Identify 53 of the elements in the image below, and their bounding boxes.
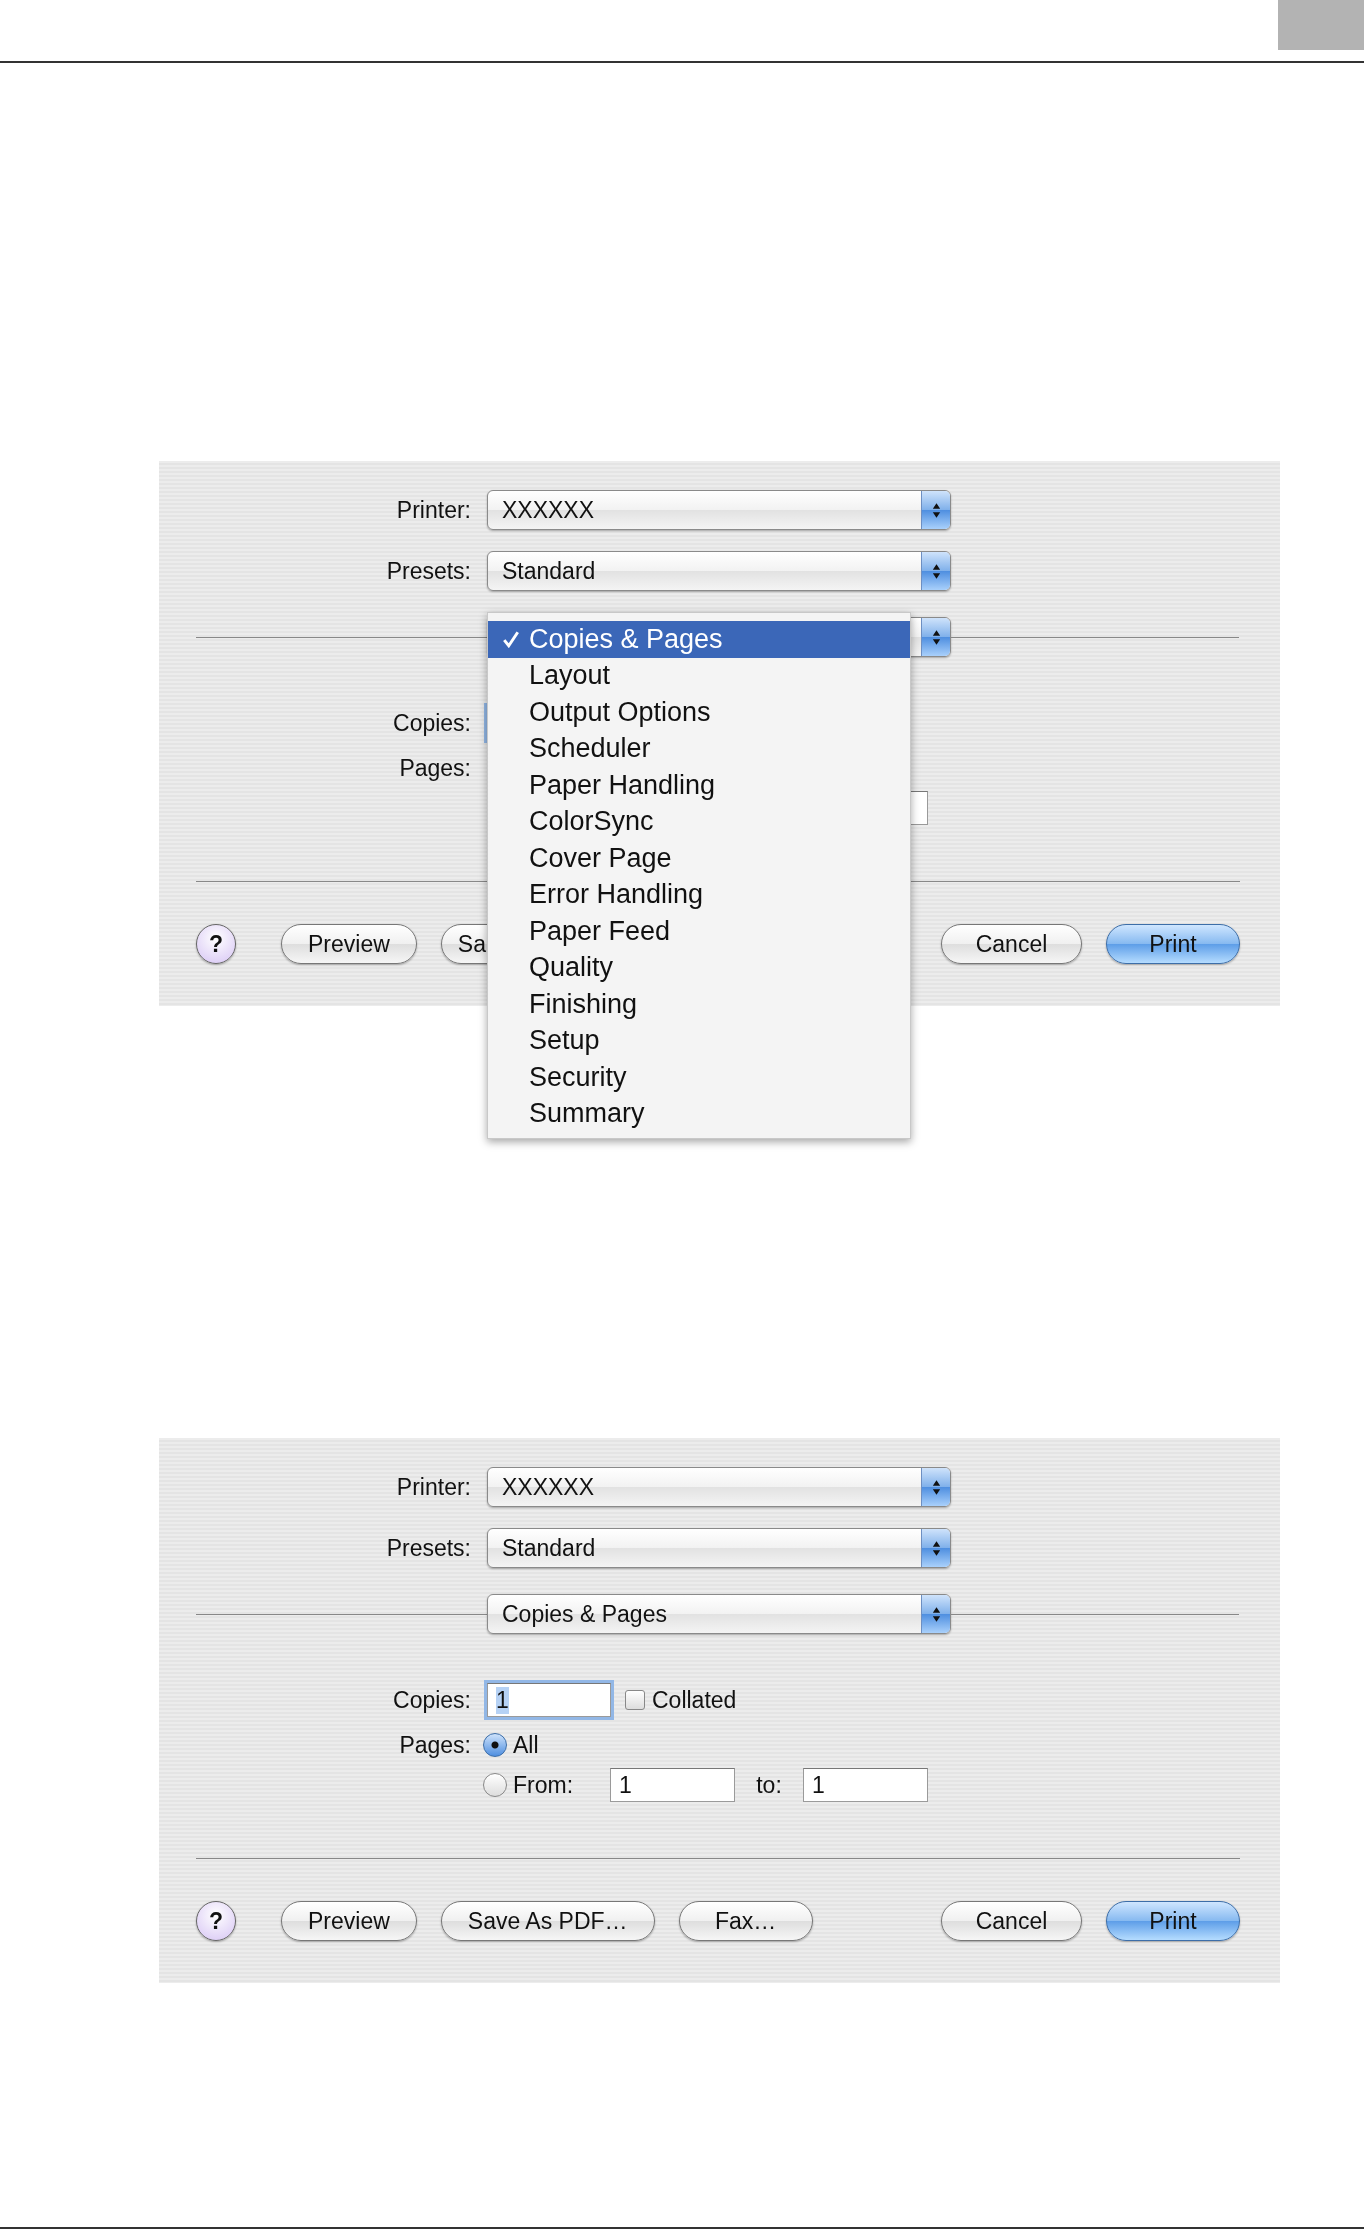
menu-item[interactable]: Security	[488, 1059, 910, 1096]
menu-item[interactable]: Finishing	[488, 986, 910, 1023]
field-label: Printer:	[395, 496, 472, 524]
push-button[interactable]: Fax…	[678, 1901, 813, 1941]
help-button[interactable]: ?	[196, 924, 236, 964]
push-button[interactable]: Cancel	[941, 1901, 1082, 1941]
input-field[interactable]: 1	[610, 1768, 735, 1802]
checkbox[interactable]	[625, 1690, 645, 1710]
radio-button[interactable]	[483, 1733, 507, 1757]
radio-label: From:	[513, 1771, 575, 1799]
menu-item[interactable]: Paper Feed	[488, 913, 910, 950]
push-button[interactable]: Preview	[281, 924, 417, 964]
print-button[interactable]: Print	[1106, 924, 1240, 964]
menu-item[interactable]: Summary	[488, 1095, 910, 1132]
input-field[interactable]: 1	[487, 1683, 611, 1717]
stepper-arrows-icon	[930, 627, 942, 647]
field-label: Printer:	[395, 1473, 472, 1501]
menu-item[interactable]: Copies & Pages	[488, 621, 910, 658]
stepper-arrows-icon	[930, 1477, 942, 1497]
field-label: Pages:	[398, 754, 472, 782]
stepper-arrows-icon	[930, 1538, 942, 1558]
popup-button[interactable]: Copies & Pages	[487, 1594, 951, 1634]
push-button[interactable]: Cancel	[941, 924, 1082, 964]
field-label: Presets:	[385, 1534, 472, 1562]
menu-item[interactable]: Paper Handling	[488, 767, 910, 804]
menu-item[interactable]: Layout	[488, 657, 910, 694]
menu-item[interactable]: Scheduler	[488, 730, 910, 767]
print-button[interactable]: Print	[1106, 1901, 1240, 1941]
popup-button[interactable]: XXXXXX	[487, 1467, 951, 1507]
field-label: to:	[755, 1771, 783, 1799]
stepper-arrows-icon	[930, 561, 942, 581]
stepper-arrows-icon	[930, 1604, 942, 1624]
menu-item[interactable]: ColorSync	[488, 803, 910, 840]
input-field[interactable]: 1	[803, 1768, 928, 1802]
menu-item[interactable]: Error Handling	[488, 876, 910, 913]
field-label: Pages:	[398, 1731, 472, 1759]
radio-label: All	[513, 1731, 539, 1759]
field-label: Copies:	[392, 709, 472, 737]
popup-button[interactable]: Standard	[487, 1528, 951, 1568]
popup-button[interactable]: Standard	[487, 551, 951, 591]
push-button[interactable]: Preview	[281, 1901, 417, 1941]
menu-item[interactable]: Setup	[488, 1022, 910, 1059]
popup-button[interactable]: XXXXXX	[487, 490, 951, 530]
radio-button[interactable]	[483, 1773, 507, 1797]
field-label: Copies:	[392, 1686, 472, 1714]
push-button[interactable]: Save As PDF…	[440, 1901, 655, 1941]
stepper-arrows-icon	[930, 500, 942, 520]
menu-item[interactable]: Cover Page	[488, 840, 910, 877]
checkbox-label: Collated	[652, 1686, 737, 1714]
menu-item[interactable]: Quality	[488, 949, 910, 986]
field-label: Presets:	[385, 557, 472, 585]
menu-item[interactable]: Output Options	[488, 694, 910, 731]
help-button[interactable]: ?	[196, 1901, 236, 1941]
